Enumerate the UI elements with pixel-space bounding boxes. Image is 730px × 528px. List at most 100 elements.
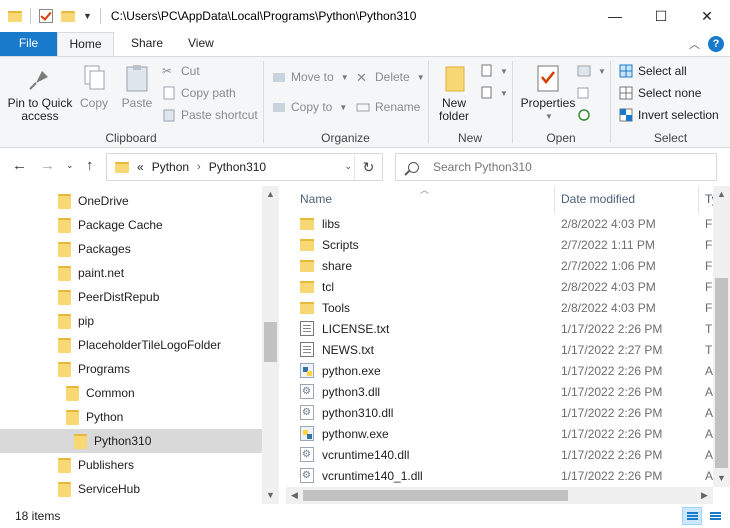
copy-button[interactable]: Copy bbox=[76, 63, 112, 110]
forward-arrow-icon[interactable]: → bbox=[40, 157, 55, 174]
cut-button[interactable]: ✂ Cut bbox=[162, 61, 200, 81]
column-divider[interactable] bbox=[698, 186, 699, 214]
maximize-button[interactable]: ☐ bbox=[638, 0, 684, 32]
collapse-ribbon-chevron-icon[interactable]: ︿ bbox=[689, 36, 700, 52]
edit-button[interactable] bbox=[577, 83, 591, 103]
new-item-button[interactable]: ▼ bbox=[479, 61, 508, 81]
tree-item[interactable]: Package Cache bbox=[0, 213, 262, 237]
column-header-name[interactable]: Name bbox=[300, 192, 332, 206]
file-row[interactable]: Scripts 2/7/2022 1:11 PM F bbox=[286, 234, 716, 255]
tab-share[interactable]: Share bbox=[118, 32, 176, 56]
file-row[interactable]: python310.dll1/17/2022 2:26 PMA bbox=[286, 402, 716, 423]
new-folder-button[interactable]: New folder bbox=[433, 63, 475, 123]
scroll-up-arrow-icon[interactable]: ▲ bbox=[713, 186, 730, 203]
tree-item[interactable]: Common bbox=[0, 381, 262, 405]
tree-item[interactable]: Publishers bbox=[0, 453, 262, 477]
file-row[interactable]: LICENSE.txt 1/17/2022 2:26 PM T bbox=[286, 318, 716, 339]
tree-item[interactable]: Python bbox=[0, 405, 262, 429]
file-name-cell: python310.dll bbox=[300, 405, 393, 420]
paste-shortcut-button[interactable]: Paste shortcut bbox=[162, 105, 258, 125]
open-button[interactable]: ▼ bbox=[577, 61, 606, 81]
tab-view[interactable]: View bbox=[175, 32, 227, 56]
paste-button[interactable]: Paste bbox=[118, 63, 156, 110]
minimize-button[interactable]: — bbox=[592, 0, 638, 32]
file-row[interactable]: share 2/7/2022 1:06 PM F bbox=[286, 255, 716, 276]
file-row[interactable]: libs 2/8/2022 4:03 PM F bbox=[286, 213, 716, 234]
refresh-icon[interactable]: ↻ bbox=[354, 154, 382, 180]
file-row[interactable]: NEWS.txt 1/17/2022 2:27 PM T bbox=[286, 339, 716, 360]
file-row[interactable]: pythonw.exe 1/17/2022 2:26 PM A bbox=[286, 423, 716, 444]
scrollbar-thumb[interactable] bbox=[303, 490, 568, 501]
file-list-scrollbar[interactable]: ▲ ▼ bbox=[713, 186, 730, 487]
up-arrow-icon[interactable]: ↑ bbox=[86, 157, 94, 174]
file-list: ︿ Name Date modified Ty libs 2/8/2022 4:0… bbox=[286, 186, 730, 504]
divider bbox=[99, 8, 101, 24]
tree-item[interactable]: pip bbox=[0, 309, 262, 333]
file-row[interactable]: vcruntime140.dll1/17/2022 2:26 PMA bbox=[286, 444, 716, 465]
scrollbar-thumb[interactable] bbox=[264, 322, 277, 362]
tree-item[interactable]: Packages bbox=[0, 237, 262, 261]
scroll-left-arrow-icon[interactable]: ◀ bbox=[286, 487, 303, 504]
search-input[interactable] bbox=[433, 160, 693, 174]
column-header-date-modified[interactable]: Date modified bbox=[561, 192, 635, 206]
tree-item[interactable]: ServiceHub bbox=[0, 477, 262, 501]
copy-to-button[interactable]: Copy to ▼ bbox=[272, 97, 347, 117]
column-divider[interactable] bbox=[554, 186, 555, 214]
tree-item[interactable]: paint.net bbox=[0, 261, 262, 285]
tree-item[interactable]: OneDrive bbox=[0, 189, 262, 213]
help-icon[interactable]: ? bbox=[708, 36, 724, 52]
copy-path-button[interactable]: Copy path bbox=[162, 83, 236, 103]
file-row[interactable]: python.exe 1/17/2022 2:26 PM A bbox=[286, 360, 716, 381]
close-button[interactable]: ✕ bbox=[684, 0, 730, 32]
file-row[interactable]: python3.dll1/17/2022 2:26 PMA bbox=[286, 381, 716, 402]
delete-button[interactable]: ✕ Delete ▼ bbox=[356, 67, 425, 87]
select-all-button[interactable]: Select all bbox=[619, 61, 687, 81]
file-row[interactable]: tcl 2/8/2022 4:03 PM F bbox=[286, 276, 716, 297]
history-button[interactable] bbox=[577, 105, 591, 125]
tab-file[interactable]: File bbox=[0, 32, 57, 56]
breadcrumb-python310[interactable]: Python310 bbox=[209, 160, 266, 174]
scrollbar-thumb[interactable] bbox=[715, 278, 728, 468]
address-bar[interactable]: « Python › Python310 ⌄ ↻ bbox=[106, 153, 383, 181]
pin-icon bbox=[24, 63, 56, 93]
file-date-modified: 2/8/2022 4:03 PM bbox=[561, 216, 656, 231]
scroll-down-arrow-icon[interactable]: ▼ bbox=[713, 470, 730, 487]
breadcrumb-overflow[interactable]: « bbox=[137, 160, 144, 174]
move-to-button[interactable]: Move to ▼ bbox=[272, 67, 349, 87]
breadcrumb-python[interactable]: Python bbox=[152, 160, 189, 174]
ribbon-tabs: File Home Share View ︿ ? bbox=[0, 32, 730, 56]
tree-item-label: Packages bbox=[78, 242, 131, 256]
search-box[interactable] bbox=[395, 153, 717, 181]
scroll-right-arrow-icon[interactable]: ▶ bbox=[696, 487, 713, 504]
customize-toolbar-dropdown-icon[interactable]: ▼ bbox=[83, 11, 92, 21]
rename-button[interactable]: Rename bbox=[356, 97, 420, 117]
new-folder-quick-icon[interactable] bbox=[61, 10, 75, 22]
tree-item[interactable]: Programs bbox=[0, 357, 262, 381]
select-none-icon bbox=[619, 86, 633, 100]
tree-item[interactable]: PeerDistRepub bbox=[0, 285, 262, 309]
file-name-cell: vcruntime140.dll bbox=[300, 447, 409, 462]
recent-locations-chevron-icon[interactable]: ⌄ bbox=[66, 160, 74, 171]
scroll-up-arrow-icon[interactable]: ▲ bbox=[262, 186, 279, 203]
file-list-horizontal-scrollbar[interactable]: ◀ ▶ bbox=[286, 487, 713, 504]
properties-button[interactable]: Properties ▼ bbox=[517, 63, 579, 123]
details-view-icon[interactable] bbox=[682, 507, 702, 525]
tree-item[interactable]: Python310 bbox=[0, 429, 262, 453]
scroll-down-arrow-icon[interactable]: ▼ bbox=[262, 487, 279, 504]
address-dropdown-chevron-icon[interactable]: ⌄ bbox=[344, 161, 352, 172]
tree-item[interactable]: PlaceholderTileLogoFolder bbox=[0, 333, 262, 357]
tree-item-label: OneDrive bbox=[78, 194, 129, 208]
large-icons-view-icon[interactable] bbox=[705, 507, 725, 525]
chevron-right-icon[interactable]: › bbox=[197, 161, 201, 173]
file-row[interactable]: vcruntime140_1.dll1/17/2022 2:26 PMA bbox=[286, 465, 716, 486]
nav-pane-scrollbar[interactable]: ▲ ▼ bbox=[262, 186, 279, 504]
file-row[interactable]: Tools 2/8/2022 4:03 PM F bbox=[286, 297, 716, 318]
easy-access-button[interactable]: ▼ bbox=[479, 83, 508, 103]
invert-selection-button[interactable]: Invert selection bbox=[619, 105, 719, 125]
back-arrow-icon[interactable]: ← bbox=[12, 157, 27, 174]
pin-to-quick-access-button[interactable]: Pin to Quick access bbox=[6, 63, 74, 123]
select-none-button[interactable]: Select none bbox=[619, 83, 701, 103]
properties-quick-icon[interactable] bbox=[39, 9, 53, 23]
tab-home[interactable]: Home bbox=[57, 32, 114, 56]
file-date-modified: 2/7/2022 1:06 PM bbox=[561, 258, 656, 273]
